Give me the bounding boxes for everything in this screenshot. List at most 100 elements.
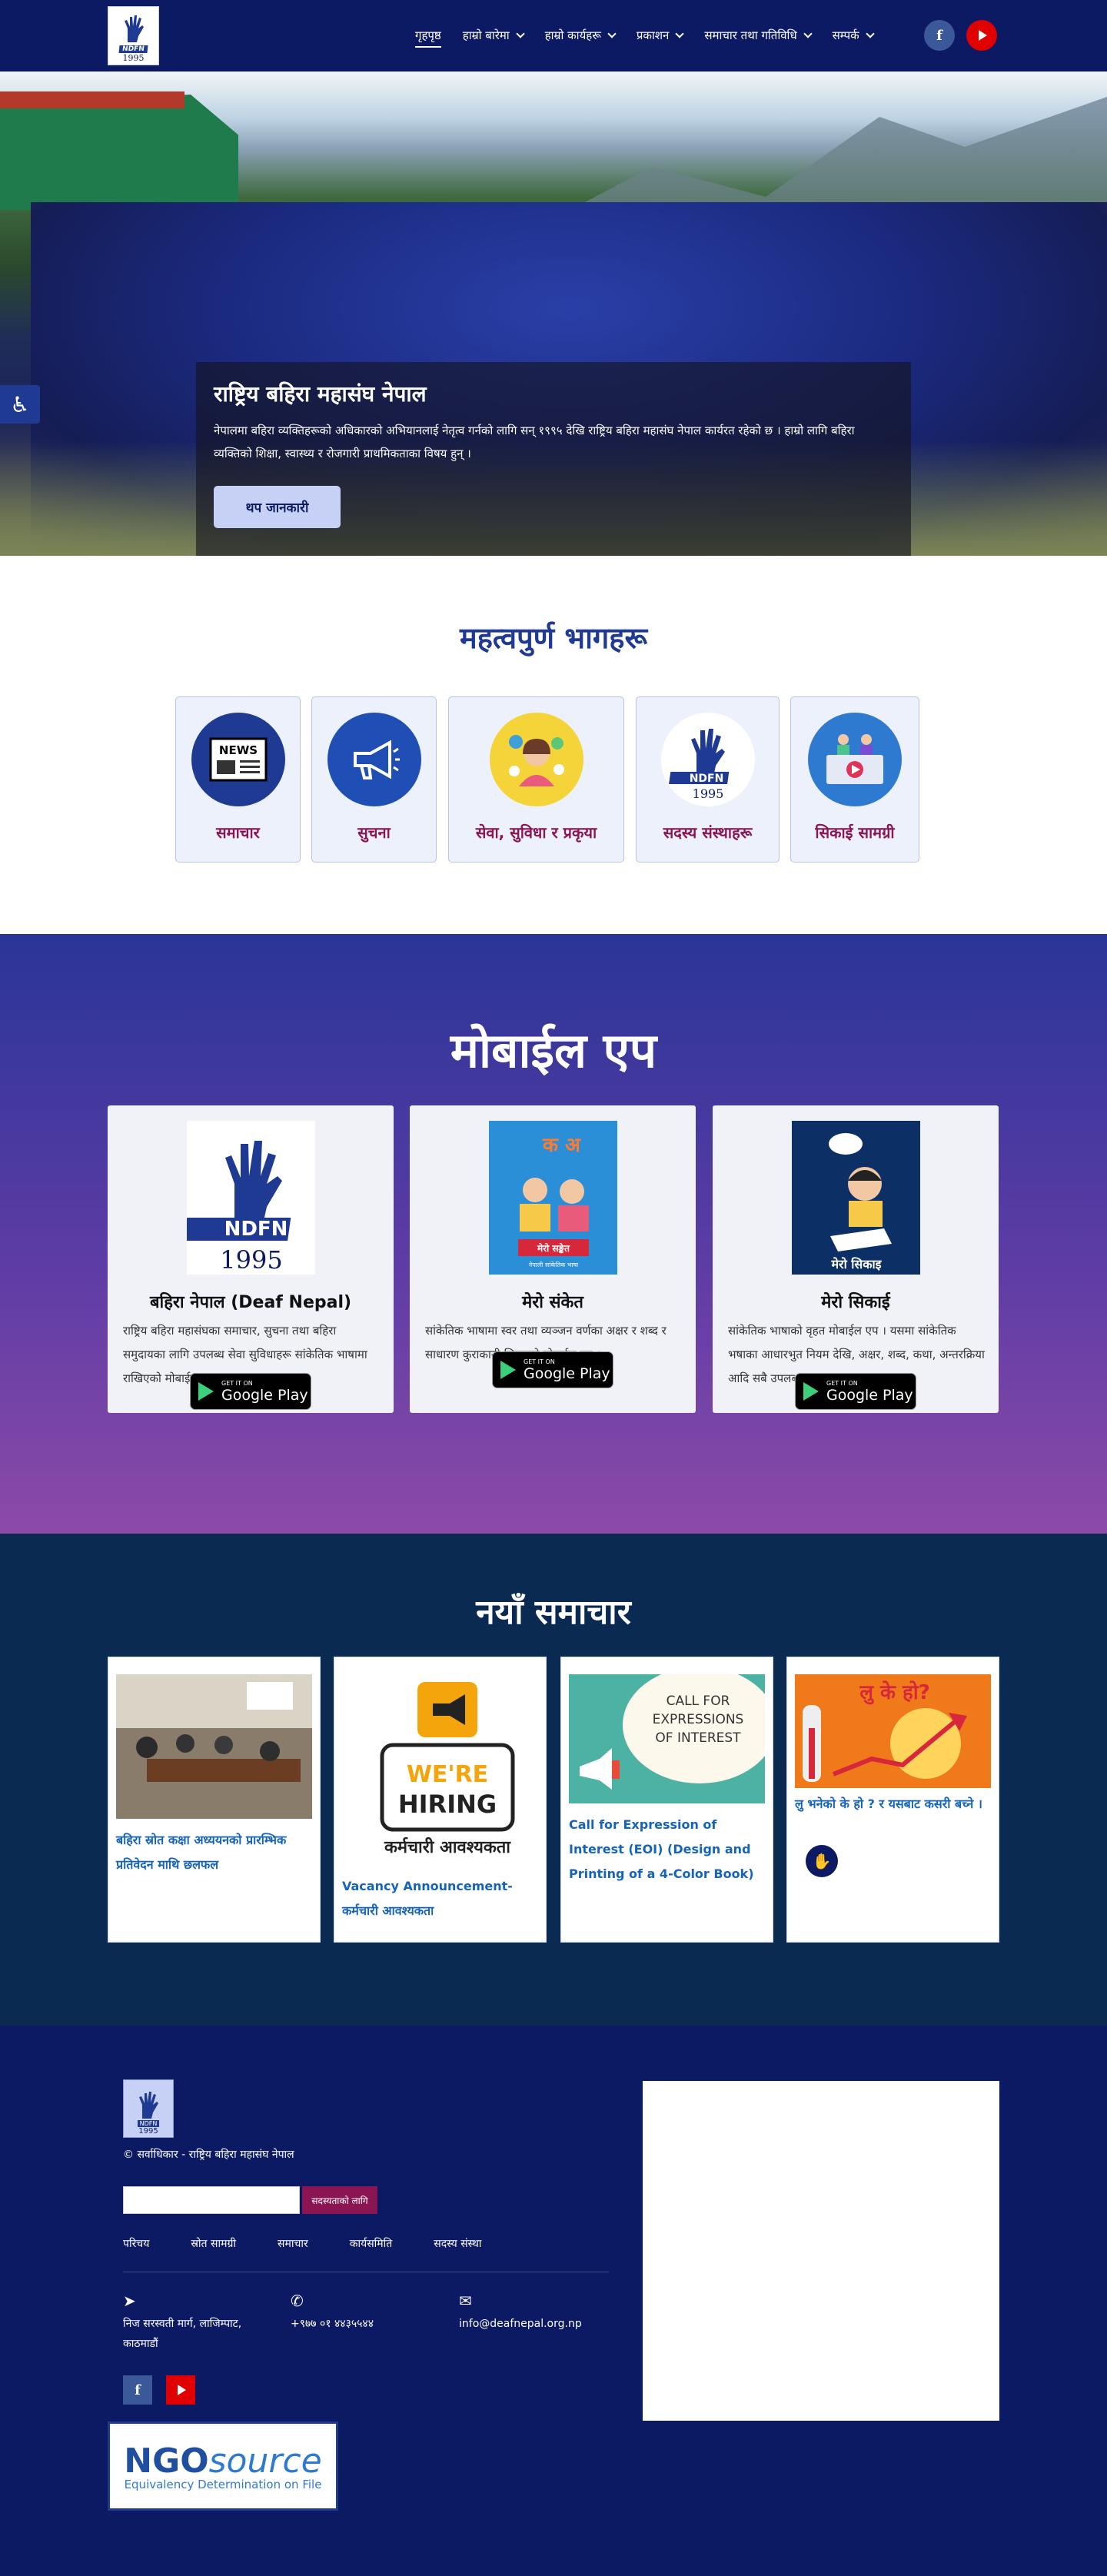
location-arrow-icon: ➤	[123, 2292, 136, 2310]
footer-link[interactable]: कार्यसमिति	[350, 2236, 393, 2251]
subscribe-button[interactable]: सदस्यताको लागि	[302, 2186, 377, 2214]
footer-logo[interactable]: NDFN 1995	[123, 2079, 174, 2138]
news-card[interactable]: CALL FOR EXPRESSIONS OF INTEREST Call fo…	[560, 1657, 773, 1943]
svg-text:क अ: क अ	[542, 1134, 581, 1157]
svg-text:मेरो सङ्केत: मेरो सङ्केत	[537, 1243, 570, 1254]
svg-text:नेपाली सांकेतिक भाषा: नेपाली सांकेतिक भाषा	[529, 1261, 579, 1268]
accessibility-button[interactable]: ♿	[0, 385, 40, 424]
nav-label: प्रकाशन	[636, 28, 670, 42]
phone-icon: ✆	[291, 2292, 304, 2310]
chevron-down-icon	[865, 29, 875, 38]
nav-publications[interactable]: प्रकाशन	[636, 28, 685, 43]
google-play-button[interactable]: GET IT ON Google Play	[492, 1351, 613, 1388]
footer-link[interactable]: स्रोत सामग्री	[191, 2236, 236, 2251]
svg-text:NDFN: NDFN	[224, 1218, 288, 1241]
news-title[interactable]: लु भनेको के हो ? र यसबाट कसरी बच्ने ।	[795, 1792, 991, 1816]
ndfn-hand-logo: NDFN 1995	[668, 729, 729, 801]
nav-label: समाचार तथा गतिविधि	[704, 28, 797, 42]
card-services[interactable]: सेवा, सुविधा र प्रकृया	[448, 696, 624, 863]
support-icon	[489, 713, 583, 806]
nav-label: हाम्रो बारेमा	[462, 28, 510, 42]
logo-year: 1995	[122, 53, 145, 63]
hand-logo-icon	[139, 2092, 158, 2119]
svg-text:कर्मचारी आवश्यकता: कर्मचारी आवश्यकता	[384, 1836, 511, 1857]
card-notice[interactable]: सुचना	[311, 696, 437, 863]
svg-text:1995: 1995	[692, 786, 723, 801]
footer-link[interactable]: परिचय	[123, 2236, 149, 2251]
svg-text:1995: 1995	[220, 1245, 282, 1275]
learning-icon	[808, 713, 902, 806]
nav-news[interactable]: समाचार तथा गतिविधि	[704, 28, 813, 43]
news-thumbnail: WE'RE HIRING कर्मचारी आवश्यकता	[342, 1674, 538, 1865]
news-title[interactable]: Call for Expression of Interest (EOI) (D…	[569, 1813, 765, 1886]
nav-label: हाम्रो कार्यहरू	[544, 28, 601, 42]
news-thumbnail: CALL FOR EXPRESSIONS OF INTEREST	[569, 1674, 765, 1803]
youtube-icon[interactable]	[166, 2375, 195, 2405]
svg-text:लु के हो?: लु के हो?	[859, 1680, 929, 1705]
footer-link[interactable]: समाचार	[278, 2236, 308, 2251]
news-title[interactable]: बहिरा स्रोत कक्षा अध्ययनको प्रारम्भिक प्…	[116, 1828, 312, 1877]
envelope-icon: ✉	[459, 2292, 472, 2310]
footer-links: परिचय स्रोत सामग्री समाचार कार्यसमिति सद…	[123, 2236, 523, 2251]
sign-language-icon[interactable]: ✋	[806, 1845, 838, 1877]
more-info-button[interactable]: थप जानकारी	[214, 486, 341, 528]
hero-text: नेपालमा बहिरा व्यक्तिहरूको अधिकारको अभिय…	[214, 424, 855, 460]
gplay-text: GET IT ON Google Play	[826, 1380, 913, 1404]
app-name: मेरो सिकाई	[821, 1293, 890, 1312]
app-name: मेरो संकेत	[522, 1293, 583, 1312]
logo-badge: NDFN	[118, 45, 148, 53]
hand-logo-icon	[124, 15, 144, 42]
card-learning[interactable]: सिकाई सामग्री	[790, 696, 919, 863]
google-play-button[interactable]: GET IT ON Google Play	[795, 1373, 916, 1410]
site-logo[interactable]: NDFN 1995	[108, 6, 159, 65]
nav-home[interactable]: गृहपृष्ठ	[415, 28, 441, 48]
app-card-deaf-nepal: NDFN 1995 बहिरा नेपाल (Deaf Nepal) राष्ट…	[108, 1105, 394, 1413]
news-title[interactable]: Vacancy Announcement-कर्मचारी आवश्यकता	[342, 1874, 538, 1923]
chevron-down-icon	[516, 29, 525, 38]
svg-text:HIRING: HIRING	[398, 1790, 497, 1819]
map-embed[interactable]	[643, 2081, 999, 2421]
newspaper-icon: NEWS	[209, 737, 267, 782]
play-icon	[979, 30, 987, 41]
mobile-app-section: मोबाईल एप NDFN 1995 बहिरा नेपाल (Deaf Ne…	[0, 934, 1107, 1534]
svg-text:OF INTEREST: OF INTEREST	[655, 1730, 741, 1746]
news-card[interactable]: WE'RE HIRING कर्मचारी आवश्यकता Vacancy A…	[334, 1657, 547, 1943]
google-play-icon	[803, 1382, 819, 1401]
gplay-small: GET IT ON	[221, 1379, 253, 1387]
gplay-small: GET IT ON	[826, 1379, 858, 1387]
footer-link[interactable]: सदस्य संस्था	[434, 2236, 481, 2251]
card-news[interactable]: NEWS समाचार	[175, 696, 301, 863]
google-play-button[interactable]: GET IT ON Google Play	[190, 1373, 311, 1410]
footer-phone: ✆ +९७७ ०१ ४४३५५४४	[291, 2291, 374, 2334]
facebook-icon[interactable]: f	[924, 20, 955, 51]
nav-works[interactable]: हाम्रो कार्यहरू	[544, 28, 617, 43]
section-title: नयाँ समाचार	[476, 1593, 631, 1632]
footer-address: ➤ निज सरस्वती मार्ग, लाजिम्पाट, काठमाडौं	[123, 2291, 269, 2354]
phone-text[interactable]: +९७७ ०१ ४४३५५४४	[291, 2318, 374, 2330]
app-name: बहिरा नेपाल (Deaf Nepal)	[149, 1293, 352, 1312]
svg-text:WE'RE: WE'RE	[407, 1761, 488, 1788]
news-thumbnail: लु के हो?	[795, 1674, 991, 1788]
site-footer: NDFN 1995 © सर्वाधिकार - राष्ट्रिय बहिरा…	[0, 2026, 1107, 2576]
news-icon: NEWS	[191, 713, 285, 806]
footer-email: ✉ info@deafnepal.org.np	[459, 2291, 582, 2334]
gplay-big: Google Play	[524, 1364, 610, 1382]
card-label: सदस्य संस्थाहरू	[663, 823, 753, 842]
hero-building	[0, 95, 238, 210]
copyright: © सर्वाधिकार - राष्ट्रिय बहिरा महासंघ ने…	[123, 2149, 294, 2161]
nav-about[interactable]: हाम्रो बारेमा	[462, 28, 525, 43]
site-header: NDFN 1995 गृहपृष्ठ हाम्रो बारेमा हाम्रो …	[0, 0, 1107, 71]
facebook-icon[interactable]: f	[123, 2375, 152, 2405]
email-link[interactable]: info@deafnepal.org.np	[459, 2318, 582, 2330]
youtube-icon[interactable]	[966, 20, 997, 51]
card-members[interactable]: NDFN 1995 सदस्य संस्थाहरू	[636, 696, 780, 863]
gplay-text: GET IT ON Google Play	[524, 1358, 610, 1382]
newsletter-input[interactable]	[123, 2186, 300, 2214]
ngo-brand: NGOsource	[124, 2441, 321, 2481]
news-card[interactable]: लु के हो? लु भनेको के हो ? र यसबाट कसरी …	[786, 1657, 999, 1943]
main-nav: गृहपृष्ठ हाम्रो बारेमा हाम्रो कार्यहरू प…	[415, 20, 895, 51]
nav-contact[interactable]: सम्पर्क	[833, 28, 875, 43]
news-card[interactable]: बहिरा स्रोत कक्षा अध्ययनको प्रारम्भिक प्…	[108, 1657, 321, 1943]
news-thumbnail	[116, 1674, 312, 1819]
ngosource-badge[interactable]: NGOsource Equivalency Determination on F…	[108, 2421, 338, 2511]
